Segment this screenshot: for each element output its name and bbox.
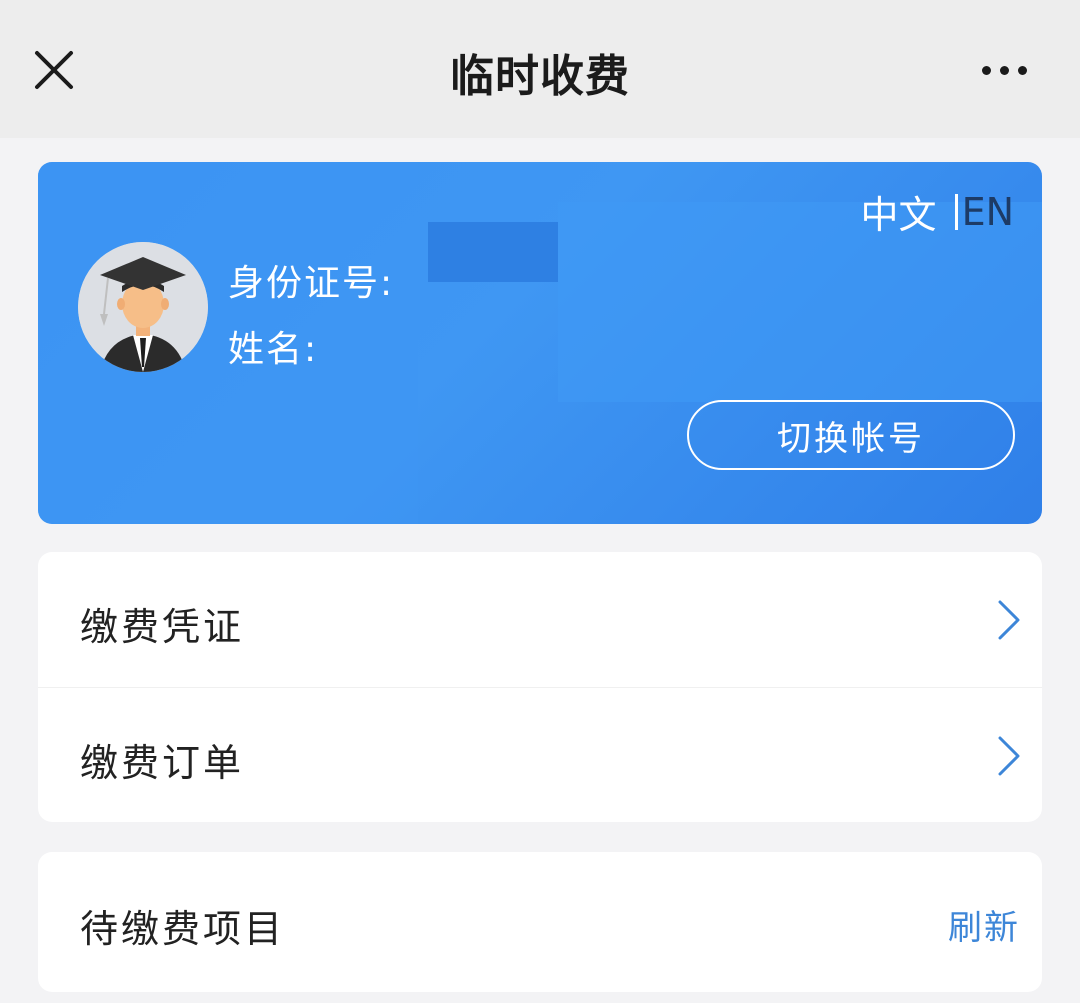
top-navigation-bar: 临时收费 [0, 0, 1080, 138]
card-background-shape [428, 222, 558, 282]
more-dots-icon [999, 65, 1009, 75]
profile-card: 中文 EN 身份证号: 姓名: 切换帐号 [38, 162, 1042, 524]
refresh-button[interactable]: 刷新 [948, 900, 1020, 949]
lang-separator [954, 193, 958, 230]
chevron-right-icon [998, 600, 1020, 640]
menu-item-label: 缴费凭证 [80, 605, 245, 649]
switch-account-button[interactable]: 切换帐号 [687, 400, 1015, 470]
lang-zh-option[interactable]: 中文 [861, 184, 937, 239]
id-number-label: 身份证号: [228, 263, 395, 304]
pending-items-card: 待缴费项目 刷新 [38, 852, 1042, 992]
menu-item-payment-orders[interactable]: 缴费订单 [38, 688, 1042, 823]
menu-card: 缴费凭证 缴费订单 [38, 552, 1042, 822]
more-options-button[interactable] [972, 52, 1036, 88]
lang-en-option[interactable]: EN [962, 190, 1014, 234]
language-switch[interactable]: 中文 EN [861, 184, 1014, 239]
more-dots-icon [1017, 65, 1027, 75]
more-dots-icon [981, 65, 991, 75]
pending-items-title: 待缴费项目 [80, 907, 286, 951]
menu-item-payment-voucher[interactable]: 缴费凭证 [38, 552, 1042, 687]
page-title: 临时收费 [450, 51, 630, 102]
chevron-right-icon [998, 736, 1020, 776]
menu-item-label: 缴费订单 [80, 741, 245, 785]
name-label: 姓名: [228, 329, 319, 370]
avatar [78, 242, 208, 372]
graduate-avatar-icon [78, 242, 208, 372]
